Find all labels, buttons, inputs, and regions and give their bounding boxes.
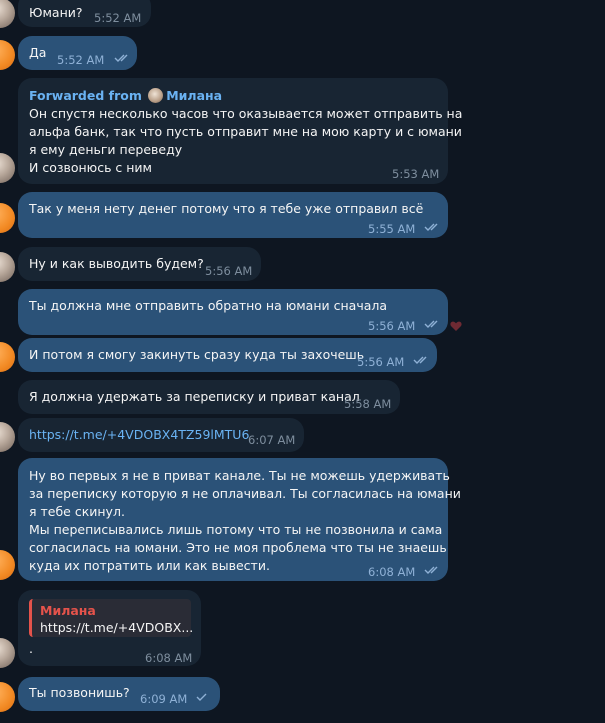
single-check-icon <box>196 693 207 701</box>
forwarded-header[interactable]: Forwarded from Милана <box>29 87 222 105</box>
message-bubble[interactable]: Да 5:52 AM <box>18 36 137 70</box>
message-line: я ему деньги переведу <box>29 142 183 157</box>
heart-icon[interactable] <box>450 321 462 332</box>
double-check-icon <box>424 223 438 231</box>
avatar[interactable] <box>0 638 15 668</box>
message-bubble[interactable]: https://t.me/+4VDOBX4TZ59lMTU6 6:07 AM <box>18 418 304 452</box>
message-text: Юмани? <box>29 5 83 20</box>
message-line: альфа банк, так что пусть отправит мне н… <box>29 124 462 139</box>
message-text: . <box>29 641 33 656</box>
message-time: 6:08 AM <box>368 565 416 579</box>
message-time: 5:56 AM <box>368 319 416 333</box>
message-text: Ты должна мне отправить обратно на юмани… <box>29 298 388 313</box>
message-time: 5:52 AM <box>94 11 142 25</box>
message-text: Так у меня нету денег потому что я тебе … <box>29 201 424 216</box>
message-text: Я должна удержать за переписку и приват … <box>29 389 360 404</box>
message-bubble[interactable]: Ты позвонишь? 6:09 AM <box>18 677 220 711</box>
message-line: Он спустя несколько часов что оказываетс… <box>29 106 463 121</box>
avatar[interactable] <box>0 422 15 452</box>
message-time: 5:53 AM <box>392 167 440 181</box>
avatar[interactable] <box>0 342 15 372</box>
avatar[interactable] <box>0 252 15 282</box>
reply-text: https://t.me/+4VDOBX... <box>40 620 194 635</box>
message-time: 5:58 AM <box>344 397 392 411</box>
avatar[interactable] <box>0 0 15 28</box>
avatar[interactable] <box>0 682 15 712</box>
message-text: Ну и как выводить будем? <box>29 256 204 271</box>
reply-preview[interactable]: Милана https://t.me/+4VDOBX... <box>29 599 194 637</box>
message-bubble[interactable]: Ну во первых я не в приват канале. Ты не… <box>18 458 461 581</box>
message-time: 6:09 AM <box>140 692 188 706</box>
message-time: 6:07 AM <box>248 433 296 447</box>
message-bubble[interactable]: Ты должна мне отправить обратно на юмани… <box>18 289 448 335</box>
message-bubble[interactable]: Я должна удержать за переписку и приват … <box>18 380 400 414</box>
message-time: 5:56 AM <box>205 264 253 278</box>
double-check-icon <box>424 566 438 574</box>
double-check-icon <box>424 320 438 328</box>
avatar[interactable] <box>0 203 15 233</box>
message-text: И потом я смогу закинуть сразу куда ты з… <box>29 347 365 362</box>
avatar[interactable] <box>0 40 15 70</box>
message-text: Да <box>29 45 47 60</box>
message-bubble[interactable]: И потом я смогу закинуть сразу куда ты з… <box>18 338 437 372</box>
message-line: за переписку которую я не оплачивал. Ты … <box>29 486 461 501</box>
avatar[interactable] <box>0 153 15 183</box>
double-check-icon <box>413 356 427 364</box>
message-bubble[interactable]: Юмани? 5:52 AM <box>18 0 151 27</box>
double-check-icon <box>114 54 128 62</box>
forwarded-message[interactable]: Forwarded from Милана Он спустя нескольк… <box>18 78 462 184</box>
message-line: Ну во первых я не в приват канале. Ты не… <box>29 468 450 483</box>
message-line: И созвонюсь с ним <box>29 160 152 175</box>
invite-link[interactable]: https://t.me/+4VDOBX4TZ59lMTU6 <box>29 426 249 444</box>
message-time: 5:56 AM <box>357 355 405 369</box>
message-time: 6:08 AM <box>145 651 193 665</box>
message-text: Ты позвонишь? <box>29 685 130 700</box>
forwarded-avatar <box>148 88 164 103</box>
forwarded-label: Forwarded from <box>29 88 142 103</box>
avatar[interactable] <box>0 550 15 580</box>
message-line: согласилась на юмани. Это не моя проблем… <box>29 540 447 555</box>
message-line: Мы переписывались лишь потому что ты не … <box>29 522 443 537</box>
message-bubble[interactable]: Так у меня нету денег потому что я тебе … <box>18 192 448 238</box>
forwarded-name: Милана <box>166 88 223 103</box>
message-time: 5:55 AM <box>368 222 416 236</box>
message-time: 5:52 AM <box>57 53 105 67</box>
message-line: я тебе скинул. <box>29 504 125 519</box>
reply-message[interactable]: Милана https://t.me/+4VDOBX... . 6:08 AM <box>18 590 201 666</box>
message-bubble[interactable]: Ну и как выводить будем? 5:56 AM <box>18 247 261 281</box>
message-line: куда их потратить или как вывести. <box>29 558 270 573</box>
reply-author: Милана <box>40 603 96 618</box>
